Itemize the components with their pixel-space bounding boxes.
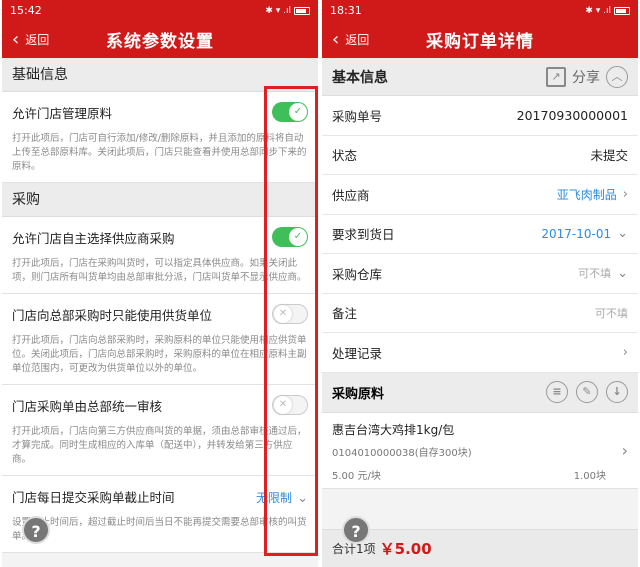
row-label: 要求到货日 — [332, 227, 395, 243]
status-time: 15:42 — [10, 4, 42, 17]
status-icons: ✱ ▾ .ıl — [585, 6, 630, 16]
chevron-right-icon: › — [621, 440, 628, 460]
list-item[interactable]: 惠吉台湾大鸡排1kg/包 0104010000038(自存300块) 5.00 … — [322, 412, 638, 489]
row-delivery-date[interactable]: 要求到货日 2017-10-01 ⌄ — [322, 214, 638, 254]
delivery-date-value: 2017-10-01 — [541, 226, 612, 241]
share-icon: ↗ — [546, 66, 566, 87]
row-label: 处理记录 — [332, 345, 383, 361]
chevron-right-icon: › — [622, 186, 628, 202]
chevron-left-icon: ‹ — [12, 29, 20, 50]
chevron-down-icon: ⌄ — [617, 265, 628, 281]
material-qty: 1.00块 — [573, 470, 606, 482]
material-code: 0104010000038(自存300块) — [332, 447, 472, 459]
page-title: 采购订单详情 — [426, 32, 534, 52]
edit-icon[interactable]: ✎ — [576, 381, 598, 403]
footer-bar: 合计1项 ￥5.00 — [322, 529, 638, 567]
total-amount: ￥5.00 — [379, 540, 432, 558]
battery-icon — [294, 6, 310, 15]
remark-field[interactable]: 可不填 — [595, 305, 628, 321]
row-order-number: 采购单号 20170930000001 — [322, 96, 638, 136]
section-title: 采购原料 — [332, 386, 385, 402]
help-icon[interactable]: ? — [22, 516, 50, 544]
materials-header: 采购原料 ≡ ✎ ↓ — [322, 372, 638, 413]
row-label: 采购仓库 — [332, 266, 383, 282]
back-label: 返回 — [25, 33, 50, 47]
material-price: 5.00 元/块 — [332, 470, 381, 482]
signal-icons: ✱ ▾ .ıl — [585, 5, 611, 16]
status-bar: 18:31 ✱ ▾ .ıl — [322, 0, 638, 21]
row-label: 供应商 — [332, 187, 370, 203]
download-icon[interactable]: ↓ — [606, 381, 628, 403]
share-button[interactable]: ↗ 分享 ︿ — [546, 65, 628, 88]
status-time: 18:31 — [330, 4, 362, 17]
chevron-left-icon: ‹ — [332, 29, 340, 50]
nav-bar: ‹ 返回 系统参数设置 — [2, 21, 318, 58]
back-label: 返回 — [345, 33, 370, 47]
chevron-down-icon: ⌄ — [617, 226, 628, 242]
back-button[interactable]: ‹ 返回 — [12, 21, 49, 58]
settings-screen: 15:42 ✱ ▾ .ıl ‹ 返回 系统参数设置 基础信息 允许门店管理原料 … — [2, 0, 318, 567]
back-button[interactable]: ‹ 返回 — [332, 21, 369, 58]
section-title: 基本信息 — [332, 69, 388, 86]
page-title: 系统参数设置 — [106, 32, 214, 52]
chevron-up-icon[interactable]: ︿ — [606, 65, 628, 88]
setting-label: 门店每日提交采购单截止时间 — [12, 489, 175, 505]
status-value: 未提交 — [590, 148, 628, 164]
help-icon[interactable]: ? — [342, 516, 370, 544]
row-warehouse[interactable]: 采购仓库 可不填 ⌄ — [322, 254, 638, 294]
chevron-right-icon: › — [622, 344, 628, 360]
nav-bar: ‹ 返回 采购订单详情 — [322, 21, 638, 58]
row-process-log[interactable]: 处理记录 › — [322, 333, 638, 373]
setting-label: 门店采购单由总部统一审核 — [12, 398, 163, 414]
row-label: 备注 — [332, 306, 358, 322]
supplier-value: 亚飞肉制品 — [556, 187, 617, 202]
signal-icons: ✱ ▾ .ıl — [265, 5, 291, 16]
row-label: 状态 — [332, 148, 358, 164]
row-label: 采购单号 — [332, 108, 383, 124]
row-remark[interactable]: 备注 可不填 — [322, 293, 638, 333]
order-number-value: 20170930000001 — [516, 107, 628, 123]
status-icons: ✱ ▾ .ıl — [265, 6, 310, 16]
order-detail-screen: 18:31 ✱ ▾ .ıl ‹ 返回 采购订单详情 基本信息 ↗ 分享 ︿ 采购… — [322, 0, 638, 567]
share-label: 分享 — [572, 69, 600, 86]
row-status: 状态 未提交 — [322, 135, 638, 175]
material-name: 惠吉台湾大鸡排1kg/包 — [332, 422, 455, 437]
setting-label: 允许门店自主选择供应商采购 — [12, 230, 175, 246]
row-supplier[interactable]: 供应商 亚飞肉制品 › — [322, 175, 638, 215]
list-icon[interactable]: ≡ — [546, 381, 568, 403]
highlight-box — [264, 86, 318, 556]
setting-label: 门店向总部采购时只能使用供货单位 — [12, 307, 213, 323]
battery-icon — [614, 6, 630, 15]
warehouse-placeholder: 可不填 — [578, 267, 612, 281]
status-bar: 15:42 ✱ ▾ .ıl — [2, 0, 318, 21]
basic-info-header: 基本信息 ↗ 分享 ︿ — [322, 58, 638, 96]
setting-label: 允许门店管理原料 — [12, 105, 113, 121]
